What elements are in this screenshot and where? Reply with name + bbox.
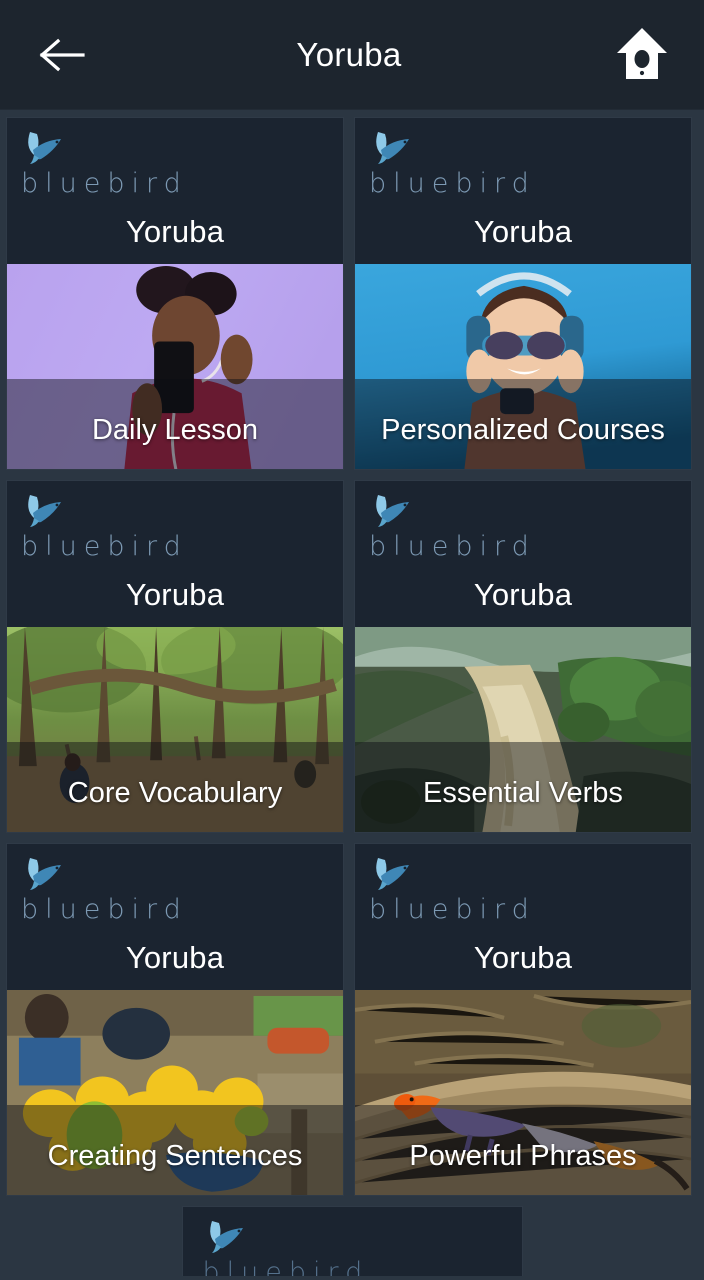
card-photo: Personalized Courses — [355, 264, 691, 469]
course-card-label: Powerful Phrases — [409, 1140, 637, 1172]
card-header: bluebird Yoruba — [7, 481, 343, 627]
course-card-label: Core Vocabulary — [67, 777, 283, 809]
brand-wordmark: bluebird — [202, 1257, 370, 1276]
app-bar: Yoruba — [0, 0, 704, 110]
brand-wordmark: bluebird — [369, 168, 536, 199]
course-card[interactable]: Essential Verbs bluebird Yoruba — [354, 480, 692, 833]
card-photo: Essential Verbs — [355, 627, 691, 832]
bluebird-icon — [376, 132, 409, 164]
card-photo: Core Vocabulary — [7, 627, 343, 832]
bluebird-icon — [209, 1221, 243, 1253]
course-card-label: Personalized Courses — [381, 414, 665, 446]
brand-wordmark: bluebird — [21, 168, 188, 199]
course-card-partial[interactable]: bluebird — [181, 1206, 523, 1276]
card-photo: Powerful Phrases — [355, 990, 691, 1195]
course-card-label: Creating Sentences — [47, 1140, 303, 1172]
card-header: bluebird Yoruba — [7, 844, 343, 990]
brand-wordmark: bluebird — [369, 531, 536, 562]
card-header: bluebird Yoruba — [7, 118, 343, 264]
course-card[interactable]: Daily Lesson bluebird Yoruba — [6, 117, 344, 470]
brand-wordmark: bluebird — [21, 894, 188, 925]
course-card-label: Essential Verbs — [423, 777, 623, 809]
course-card-language: Yoruba — [125, 940, 225, 975]
bluebird-icon — [28, 495, 61, 527]
course-card-language: Yoruba — [125, 577, 225, 612]
course-card-grid: Daily Lesson bluebird Yoruba Personalize… — [0, 110, 704, 1196]
bluebird-icon — [376, 858, 409, 890]
partial-card-row: bluebird — [0, 1206, 704, 1276]
course-card-language: Yoruba — [125, 214, 225, 249]
course-card[interactable]: Powerful Phrases bluebird Yoruba — [354, 843, 692, 1196]
course-card[interactable]: Personalized Courses bluebird Yoruba — [354, 117, 692, 470]
card-header: bluebird Yoruba — [355, 844, 691, 990]
card-header: bluebird Yoruba — [355, 481, 691, 627]
brand-wordmark: bluebird — [21, 531, 188, 562]
back-button[interactable] — [30, 23, 94, 87]
course-card-language: Yoruba — [473, 214, 573, 249]
card-photo: Daily Lesson — [7, 264, 343, 469]
bluebird-icon — [376, 495, 409, 527]
course-card-language: Yoruba — [473, 577, 573, 612]
card-photo: Creating Sentences — [7, 990, 343, 1195]
page-title: Yoruba — [296, 35, 402, 73]
bluebird-icon — [28, 858, 61, 890]
birdhouse-icon — [617, 27, 667, 79]
brand-wordmark: bluebird — [369, 894, 536, 925]
course-card[interactable]: Creating Sentences bluebird Yoruba — [6, 843, 344, 1196]
bluebird-icon — [28, 132, 61, 164]
course-card[interactable]: Core Vocabulary bluebird Yoruba — [6, 480, 344, 833]
arrow-left-icon — [39, 38, 85, 71]
course-card-language: Yoruba — [473, 940, 573, 975]
home-button[interactable] — [610, 23, 674, 87]
card-header: bluebird Yoruba — [355, 118, 691, 264]
course-card-label: Daily Lesson — [91, 414, 259, 446]
